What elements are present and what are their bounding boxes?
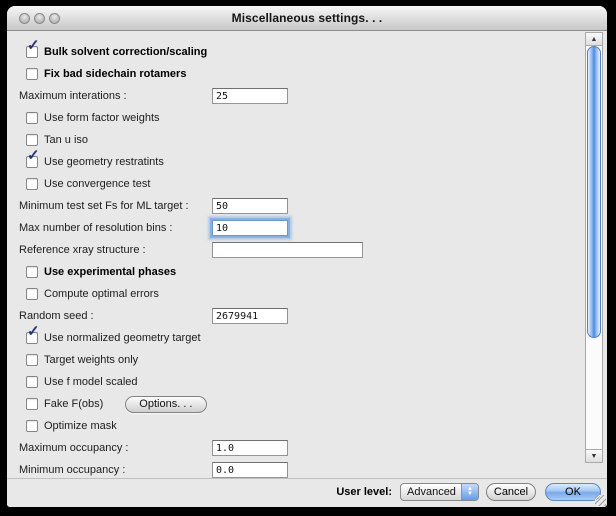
- vertical-scrollbar: ▲ ▼: [585, 32, 603, 463]
- miscellaneous-settings-dialog: Miscellaneous settings. . . ✓ Bulk solve…: [7, 6, 607, 507]
- field-label: Max number of resolution bins :: [19, 222, 172, 234]
- checkbox-label: Bulk solvent correction/scaling: [44, 46, 207, 58]
- min-occupancy-input[interactable]: [212, 462, 288, 478]
- reference-xray-input[interactable]: [212, 242, 363, 258]
- min-test-set-input[interactable]: [212, 198, 288, 214]
- row-experimental-phases: Use experimental phases: [19, 261, 607, 283]
- checkbox-optimize-mask[interactable]: [26, 420, 38, 432]
- scroll-up-arrow-icon[interactable]: ▲: [585, 32, 603, 46]
- checkbox-label: Use convergence test: [44, 178, 150, 190]
- stepper-arrows-icon: ▲ ▼: [461, 484, 478, 500]
- row-max-occupancy: Maximum occupancy :: [19, 437, 607, 459]
- checkbox-label: Fake F(obs): [44, 398, 103, 410]
- scroll-up-glyph: ▲: [591, 36, 598, 43]
- row-target-weights: Target weights only: [19, 349, 607, 371]
- field-label: Random seed :: [19, 310, 94, 322]
- scrollbar-thumb[interactable]: [587, 46, 601, 338]
- scrollbar-track[interactable]: [585, 46, 603, 449]
- minimize-icon[interactable]: [34, 13, 45, 24]
- checkbox-convergence-test[interactable]: [26, 178, 38, 190]
- user-level-label: User level:: [336, 486, 392, 498]
- checkbox-experimental-phases[interactable]: [26, 266, 38, 278]
- checkbox-target-weights[interactable]: [26, 354, 38, 366]
- row-bulk-solvent: ✓ Bulk solvent correction/scaling: [19, 41, 607, 63]
- row-min-occupancy: Minimum occupancy :: [19, 459, 607, 478]
- checkbox-label: Use form factor weights: [44, 112, 160, 124]
- checkbox-tan-u-iso[interactable]: [26, 134, 38, 146]
- field-label: Reference xray structure :: [19, 244, 146, 256]
- user-level-select[interactable]: Advanced ▲ ▼: [400, 483, 479, 501]
- checkbox-bulk-solvent[interactable]: ✓: [26, 46, 38, 58]
- field-label: Maximum interations :: [19, 90, 127, 102]
- scroll-down-glyph: ▼: [591, 453, 598, 460]
- checkbox-fake-fobs[interactable]: [26, 398, 38, 410]
- checkmark-icon: ✓: [27, 324, 40, 339]
- window-title: Miscellaneous settings. . .: [232, 11, 383, 25]
- field-label: Maximum occupancy :: [19, 442, 128, 454]
- row-tan-u-iso: Tan u iso: [19, 129, 607, 151]
- row-f-model-scaled: Use f model scaled: [19, 371, 607, 393]
- stepper-down-glyph: ▼: [467, 492, 473, 497]
- random-seed-input[interactable]: [212, 308, 288, 324]
- checkbox-label: Use experimental phases: [44, 266, 176, 278]
- row-optimal-errors: Compute optimal errors: [19, 283, 607, 305]
- row-geometry-restraints: ✓ Use geometry restratints: [19, 151, 607, 173]
- options-button[interactable]: Options. . .: [125, 396, 206, 413]
- row-random-seed: Random seed :: [19, 305, 607, 327]
- checkmark-icon: ✓: [27, 38, 40, 53]
- window-controls: [19, 13, 60, 24]
- row-normalized-geometry: ✓ Use normalized geometry target: [19, 327, 607, 349]
- checkbox-label: Fix bad sidechain rotamers: [44, 68, 186, 80]
- scroll-down-arrow-icon[interactable]: ▼: [585, 449, 603, 463]
- zoom-icon[interactable]: [49, 13, 60, 24]
- checkbox-normalized-geometry[interactable]: ✓: [26, 332, 38, 344]
- row-max-iterations: Maximum interations :: [19, 85, 607, 107]
- checkmark-icon: ✓: [27, 148, 40, 163]
- row-reference-xray: Reference xray structure :: [19, 239, 607, 261]
- settings-scroll-area: ✓ Bulk solvent correction/scaling Fix ba…: [7, 31, 607, 478]
- title-bar[interactable]: Miscellaneous settings. . .: [7, 6, 607, 31]
- row-fake-fobs: Fake F(obs) Options. . .: [19, 393, 607, 415]
- row-fix-rotamers: Fix bad sidechain rotamers: [19, 63, 607, 85]
- checkbox-label: Use normalized geometry target: [44, 332, 201, 344]
- checkbox-label: Use geometry restratints: [44, 156, 164, 168]
- row-resolution-bins: Max number of resolution bins :: [19, 217, 607, 239]
- checkbox-label: Compute optimal errors: [44, 288, 159, 300]
- field-label: Minimum occupancy :: [19, 464, 125, 476]
- row-convergence-test: Use convergence test: [19, 173, 607, 195]
- checkbox-f-model-scaled[interactable]: [26, 376, 38, 388]
- checkbox-geometry-restraints[interactable]: ✓: [26, 156, 38, 168]
- user-level-value: Advanced: [401, 486, 456, 498]
- close-icon[interactable]: [19, 13, 30, 24]
- max-occupancy-input[interactable]: [212, 440, 288, 456]
- dialog-footer: User level: Advanced ▲ ▼ Cancel OK: [7, 478, 607, 507]
- ok-button[interactable]: OK: [545, 483, 601, 501]
- row-min-test-set: Minimum test set Fs for ML target :: [19, 195, 607, 217]
- resolution-bins-input[interactable]: [212, 220, 288, 236]
- checkbox-label: Use f model scaled: [44, 376, 138, 388]
- resize-grip[interactable]: [595, 495, 606, 506]
- cancel-button[interactable]: Cancel: [486, 483, 536, 501]
- checkbox-label: Tan u iso: [44, 134, 88, 146]
- field-label: Minimum test set Fs for ML target :: [19, 200, 189, 212]
- checkbox-label: Optimize mask: [44, 420, 117, 432]
- checkbox-form-factor-weights[interactable]: [26, 112, 38, 124]
- checkbox-fix-rotamers[interactable]: [26, 68, 38, 80]
- checkbox-optimal-errors[interactable]: [26, 288, 38, 300]
- checkbox-label: Target weights only: [44, 354, 138, 366]
- max-iterations-input[interactable]: [212, 88, 288, 104]
- row-form-factor-weights: Use form factor weights: [19, 107, 607, 129]
- row-optimize-mask: Optimize mask: [19, 415, 607, 437]
